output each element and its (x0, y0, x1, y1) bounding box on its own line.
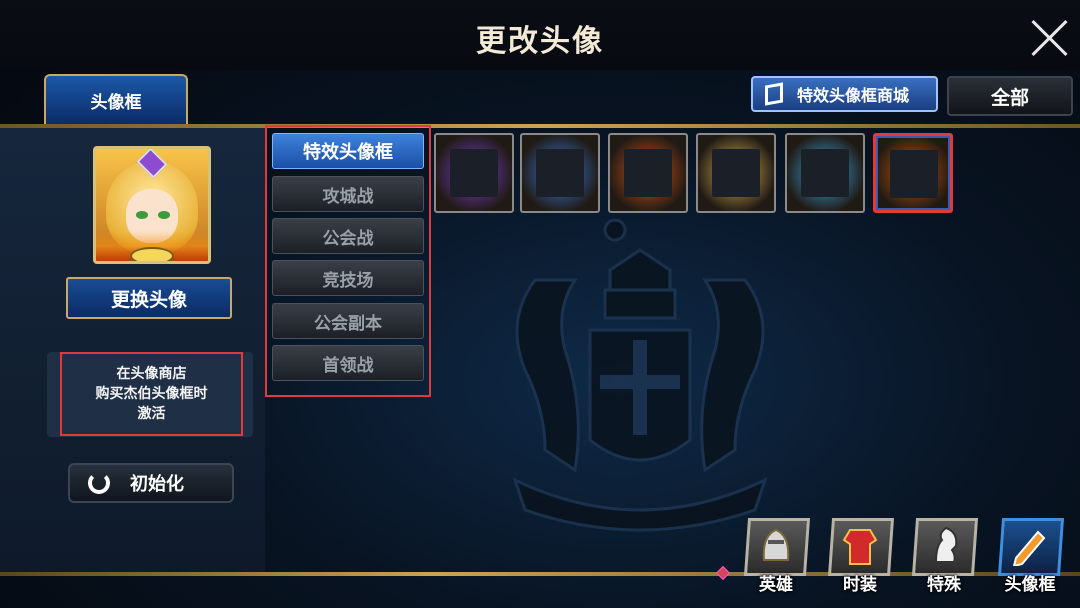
effect-frame-shop-button[interactable]: 特效头像框商城 (751, 76, 938, 112)
filter-all-button[interactable]: 全部 (947, 76, 1073, 116)
diamond-marker (715, 565, 731, 581)
frame-item[interactable] (434, 133, 514, 213)
change-avatar-button[interactable]: 更换头像 (66, 277, 232, 319)
avatar (93, 146, 211, 264)
category-siege[interactable]: 攻城战 (272, 176, 424, 212)
close-icon[interactable] (1028, 16, 1072, 60)
nav-costume-label: 时装 (843, 575, 877, 595)
shop-button-label: 特效头像框商城 (797, 86, 910, 105)
horse-icon (934, 526, 958, 563)
reset-button[interactable]: 初始化 (68, 463, 234, 503)
screen: 更改头像 头像框 特效头像框商城 全部 更换头像 在头像商店 购买杰伯头像框时 … (0, 0, 1080, 608)
nav-hero-label: 英雄 (759, 575, 793, 595)
nav-avatar-frame[interactable]: 头像框 (996, 518, 1065, 595)
refresh-icon (88, 472, 110, 494)
frame-item[interactable] (608, 133, 688, 213)
tab-avatar-frame[interactable]: 头像框 (44, 74, 188, 124)
frame-outline-icon (765, 82, 783, 106)
category-effect-frame[interactable]: 特效头像框 (272, 133, 424, 169)
frame-item[interactable] (520, 133, 600, 213)
title-bar: 更改头像 (0, 0, 1080, 70)
category-boss-fight[interactable]: 首领战 (272, 345, 424, 381)
info-line: 激活 (137, 406, 166, 422)
category-arena[interactable]: 竞技场 (272, 260, 424, 296)
frame-item[interactable] (696, 133, 776, 213)
pencil-frame-icon (1012, 530, 1046, 566)
costume-icon (842, 529, 878, 565)
page-title: 更改头像 (476, 24, 604, 59)
nav-hero[interactable]: 英雄 (742, 518, 811, 595)
info-line: 在头像商店 (116, 366, 187, 382)
helmet-icon (762, 528, 790, 561)
nav-avatar-frame-label: 头像框 (1004, 575, 1056, 595)
info-text: 在头像商店 购买杰伯头像框时 激活 (60, 352, 243, 436)
crest-emblem-icon (512, 218, 768, 532)
category-guild-raid[interactable]: 公会副本 (272, 303, 424, 339)
frame-item[interactable] (785, 133, 865, 213)
frame-item-selected[interactable] (873, 133, 953, 213)
nav-costume[interactable]: 时装 (826, 518, 895, 595)
reset-label: 初始化 (130, 474, 184, 495)
nav-special[interactable]: 特殊 (910, 518, 979, 595)
category-guild-war[interactable]: 公会战 (272, 218, 424, 254)
info-line: 购买杰伯头像框时 (95, 386, 208, 402)
nav-special-label: 特殊 (927, 575, 961, 595)
